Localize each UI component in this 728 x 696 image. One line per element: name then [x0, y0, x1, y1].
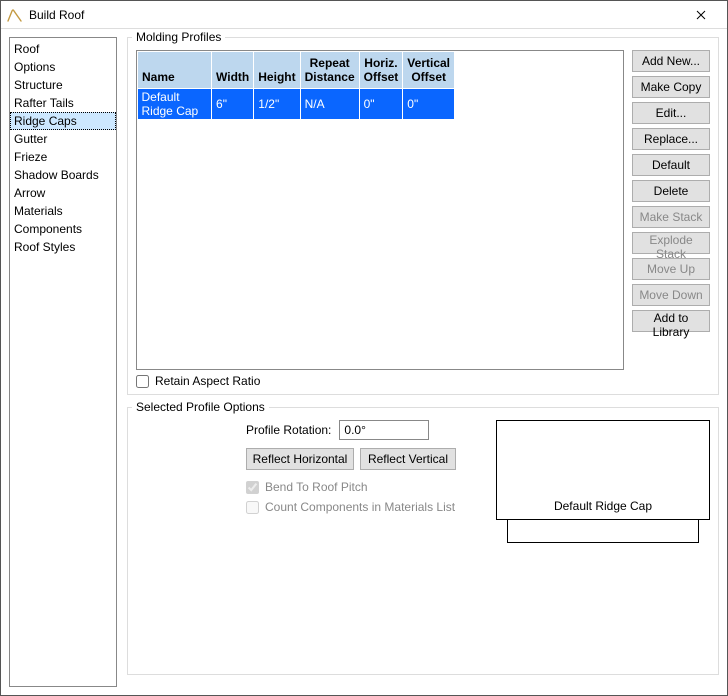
spo-body: Profile Rotation: Reflect Horizontal Ref… — [136, 420, 710, 520]
edit-button[interactable]: Edit... — [632, 102, 710, 124]
cell-repeat: N/A — [300, 89, 359, 120]
count-label: Count Components in Materials List — [265, 500, 455, 514]
default-button[interactable]: Default — [632, 154, 710, 176]
preview-canvas — [497, 421, 709, 495]
sidebar-item-roof-styles[interactable]: Roof Styles — [10, 238, 116, 256]
sidebar-item-shadow-boards[interactable]: Shadow Boards — [10, 166, 116, 184]
build-roof-window: Build Roof Roof Options Structure Rafter… — [0, 0, 728, 696]
sidebar-item-structure[interactable]: Structure — [10, 76, 116, 94]
molding-profiles-group: Molding Profiles Name Width Height Repea… — [127, 37, 719, 395]
dialog-body: Roof Options Structure Rafter Tails Ridg… — [1, 29, 727, 695]
sidebar-item-components[interactable]: Components — [10, 220, 116, 238]
count-row: Count Components in Materials List — [246, 500, 486, 514]
retain-aspect-checkbox[interactable] — [136, 375, 149, 388]
sidebar-item-gutter[interactable]: Gutter — [10, 130, 116, 148]
sidebar-item-rafter-tails[interactable]: Rafter Tails — [10, 94, 116, 112]
close-button[interactable] — [681, 2, 721, 28]
col-width[interactable]: Width — [212, 52, 254, 89]
col-voffset[interactable]: Vertical Offset — [403, 52, 455, 89]
spo-legend: Selected Profile Options — [132, 400, 269, 414]
selected-profile-options-group: Selected Profile Options Profile Rotatio… — [127, 407, 719, 675]
sidebar-item-materials[interactable]: Materials — [10, 202, 116, 220]
roof-icon — [7, 7, 23, 23]
sidebar-item-arrow[interactable]: Arrow — [10, 184, 116, 202]
retain-aspect-label: Retain Aspect Ratio — [155, 374, 260, 388]
cell-name: Default Ridge Cap — [138, 89, 212, 120]
make-stack-button: Make Stack — [632, 206, 710, 228]
close-icon — [696, 10, 706, 20]
bend-label: Bend To Roof Pitch — [265, 480, 368, 494]
sidebar-item-ridge-caps[interactable]: Ridge Caps — [10, 112, 116, 130]
add-to-library-button[interactable]: Add to Library — [632, 310, 710, 332]
spo-controls: Profile Rotation: Reflect Horizontal Ref… — [136, 420, 486, 520]
rotation-row: Profile Rotation: — [246, 420, 486, 440]
bend-row: Bend To Roof Pitch — [246, 480, 486, 494]
cell-voffset: 0" — [403, 89, 455, 120]
sidebar-item-roof[interactable]: Roof — [10, 40, 116, 58]
sidebar-item-frieze[interactable]: Frieze — [10, 148, 116, 166]
sidebar-item-options[interactable]: Options — [10, 58, 116, 76]
preview-label: Default Ridge Cap — [497, 495, 709, 519]
col-height[interactable]: Height — [254, 52, 300, 89]
preview-shape — [507, 519, 699, 543]
add-new-button[interactable]: Add New... — [632, 50, 710, 72]
replace-button[interactable]: Replace... — [632, 128, 710, 150]
make-copy-button[interactable]: Make Copy — [632, 76, 710, 98]
move-down-button: Move Down — [632, 284, 710, 306]
explode-stack-button: Explode Stack — [632, 232, 710, 254]
reflect-vertical-button[interactable]: Reflect Vertical — [360, 448, 456, 470]
profile-preview: Default Ridge Cap — [496, 420, 710, 520]
move-up-button: Move Up — [632, 258, 710, 280]
cell-hoffset: 0" — [359, 89, 403, 120]
delete-button[interactable]: Delete — [632, 180, 710, 202]
retain-aspect-row: Retain Aspect Ratio — [136, 374, 710, 388]
profiles-table-wrap[interactable]: Name Width Height Repeat Distance Horiz.… — [136, 50, 624, 370]
category-sidebar: Roof Options Structure Rafter Tails Ridg… — [9, 37, 117, 687]
col-name[interactable]: Name — [138, 52, 212, 89]
cell-width: 6" — [212, 89, 254, 120]
molding-profiles-legend: Molding Profiles — [132, 30, 225, 44]
bend-checkbox — [246, 481, 259, 494]
titlebar: Build Roof — [1, 1, 727, 29]
rotation-input[interactable] — [339, 420, 429, 440]
reflect-horizontal-button[interactable]: Reflect Horizontal — [246, 448, 354, 470]
profile-buttons: Add New... Make Copy Edit... Replace... … — [632, 50, 710, 370]
col-hoffset[interactable]: Horiz. Offset — [359, 52, 403, 89]
rotation-label: Profile Rotation: — [246, 423, 331, 437]
window-title: Build Roof — [29, 8, 681, 22]
profiles-table: Name Width Height Repeat Distance Horiz.… — [137, 51, 455, 119]
reflect-row: Reflect Horizontal Reflect Vertical — [246, 448, 486, 470]
molding-row: Name Width Height Repeat Distance Horiz.… — [136, 50, 710, 370]
table-row[interactable]: Default Ridge Cap 6" 1/2" N/A 0" 0" — [138, 89, 455, 120]
count-checkbox — [246, 501, 259, 514]
cell-height: 1/2" — [254, 89, 300, 120]
col-repeat[interactable]: Repeat Distance — [300, 52, 359, 89]
main-panel: Molding Profiles Name Width Height Repea… — [127, 37, 719, 687]
